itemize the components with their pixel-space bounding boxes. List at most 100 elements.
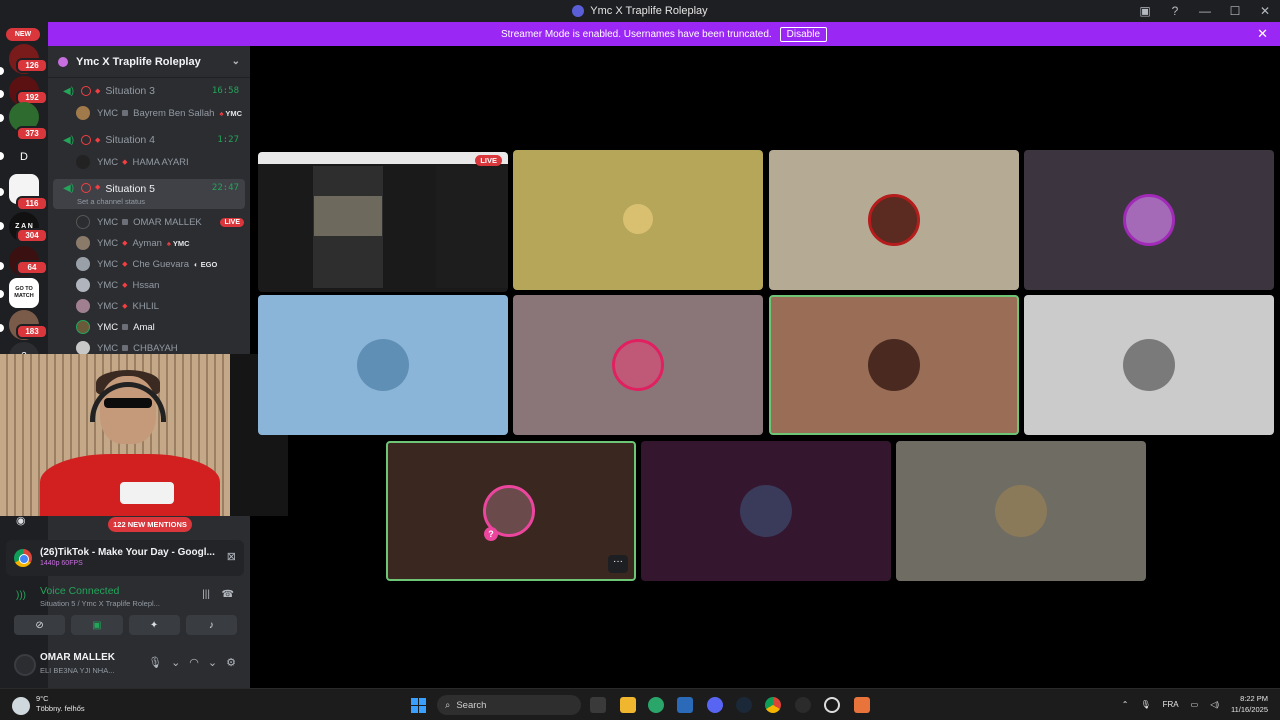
question-badge: ? <box>484 527 498 541</box>
separator-icon <box>122 110 129 116</box>
start-button[interactable] <box>411 698 426 713</box>
server-header[interactable]: Ymc X Traplife Roleplay ⌄ <box>48 46 250 78</box>
github-icon[interactable] <box>795 697 811 713</box>
voice-member[interactable]: YMC OMAR MALLEK LIVE <box>76 212 244 232</box>
live-badge: LIVE <box>475 155 502 166</box>
voice-member[interactable]: YMC ◆ Hssan <box>76 275 244 295</box>
server-goto-match-icon[interactable]: GO TO MATCH <box>9 278 39 308</box>
edge-icon[interactable] <box>648 697 664 713</box>
volume-icon[interactable]: ◁) <box>1210 700 1219 709</box>
close-button[interactable]: ✕ <box>1250 0 1280 22</box>
video-tile[interactable] <box>1024 295 1274 435</box>
unread-pip <box>0 90 4 98</box>
activities-button[interactable]: ✦ <box>128 615 180 635</box>
video-tile[interactable] <box>513 295 763 435</box>
steam-icon[interactable] <box>736 697 752 713</box>
microphone-icon[interactable]: 🎙 <box>148 656 162 669</box>
help-icon[interactable]: ? <box>1160 0 1190 22</box>
stream-activity-card[interactable]: (26)TikTok - Make Your Day - Googl... 14… <box>6 540 244 576</box>
disconnect-icon[interactable]: ☎ <box>222 589 234 600</box>
video-tile[interactable] <box>769 150 1019 290</box>
video-tile[interactable] <box>641 441 891 581</box>
participant-avatar <box>1123 339 1175 391</box>
mention-badge: 183 <box>16 324 48 339</box>
screen-share-button[interactable]: ▣ <box>71 615 123 635</box>
new-mentions-pill[interactable]: 122 NEW MENTIONS <box>108 517 192 532</box>
discord-icon[interactable] <box>707 697 723 713</box>
chevron-down-icon[interactable]: ⌄ <box>208 656 217 669</box>
member-name: Ayman <box>132 237 162 249</box>
more-options-button[interactable]: ··· <box>608 555 628 573</box>
chevron-down-icon[interactable]: ⌄ <box>171 656 180 669</box>
voice-channel[interactable]: ◀) ◆ Situation 4 1:27 <box>53 129 245 151</box>
separator-icon <box>122 219 129 225</box>
banner-close-icon[interactable]: ✕ <box>1257 26 1268 42</box>
channel-status-link[interactable]: Set a channel status <box>77 197 145 206</box>
unread-pip <box>0 222 4 230</box>
member-name: OMAR MALLEK <box>133 216 202 228</box>
signal-icon[interactable]: ))) <box>16 590 26 601</box>
video-tile[interactable] <box>258 295 508 435</box>
chevron-down-icon[interactable]: ⌄ <box>232 56 240 67</box>
maximize-button[interactable]: ☐ <box>1220 0 1250 22</box>
stop-stream-icon[interactable]: ⊠ <box>227 550 236 563</box>
avatar <box>76 106 90 120</box>
discord-icon[interactable]: ◉ <box>16 514 32 528</box>
settings-gear-icon[interactable]: ⚙ <box>226 656 236 669</box>
disable-button[interactable]: Disable <box>779 26 828 42</box>
speaker-icon: ◀) <box>63 134 75 146</box>
microphone-icon[interactable]: 🎙 <box>1140 700 1150 709</box>
avatar <box>76 299 90 313</box>
task-view-icon[interactable] <box>590 697 606 713</box>
mention-badge: 64 <box>16 260 48 275</box>
no-entry-icon <box>81 183 91 193</box>
voice-channel[interactable]: ◀) ◆ Situation 3 16:58 <box>53 80 245 102</box>
window-titlebar: Ymc X Traplife Roleplay ▣ ? — ☐ ✕ <box>0 0 1280 22</box>
clan-tag-text: YMC <box>172 238 190 248</box>
headphones-icon[interactable]: ◠ <box>189 656 199 669</box>
participant-avatar <box>1123 194 1175 246</box>
video-tile-speaking[interactable] <box>769 295 1019 435</box>
voice-member[interactable]: YMC ◆ Che Guevara ◐ EGO <box>76 254 244 274</box>
weather-widget[interactable]: 9°C Többny. felhős <box>12 694 85 715</box>
member-tag: YMC <box>97 216 119 228</box>
search-placeholder: Search <box>456 699 487 711</box>
language-indicator[interactable]: FRA <box>1163 700 1179 709</box>
inbox-icon[interactable]: ▣ <box>1130 0 1160 22</box>
video-tile[interactable] <box>513 150 763 290</box>
clock[interactable]: 8:22 PM 11/16/2025 <box>1231 693 1268 715</box>
camera-off-button[interactable]: ⊘ <box>14 615 66 635</box>
voice-member[interactable]: YMC ◆ KHLIL <box>76 296 244 316</box>
chrome-icon[interactable] <box>765 697 781 713</box>
chevron-up-icon[interactable]: ⌃ <box>1122 700 1129 709</box>
taskbar-search[interactable]: ⌕ Search <box>437 695 581 715</box>
voice-channel-path[interactable]: Situation 5 / Ymc X Traplife Rolepl... <box>40 599 160 608</box>
app-icon[interactable] <box>854 697 870 713</box>
minimize-button[interactable]: — <box>1190 0 1220 22</box>
participant-avatar <box>357 339 409 391</box>
soundboard-button[interactable]: ♪ <box>185 615 237 635</box>
weather-text: 9°C Többny. felhős <box>36 694 85 715</box>
store-icon[interactable] <box>677 697 693 713</box>
file-explorer-icon[interactable] <box>620 697 636 713</box>
unread-pip <box>0 114 4 122</box>
voice-member-speaking[interactable]: YMC Amal <box>76 317 244 337</box>
clan-tag-text: YMC <box>225 108 243 118</box>
screen-share-tile[interactable]: LIVE <box>258 152 508 292</box>
voice-member[interactable]: YMC ◆ Ayman ♠ YMC <box>76 233 244 253</box>
video-tile[interactable] <box>896 441 1146 581</box>
media-player-icon[interactable] <box>824 697 840 713</box>
user-name[interactable]: OMAR MALLEK <box>40 652 115 663</box>
network-icon[interactable]: ▭ <box>1191 700 1199 709</box>
server-letter-icon[interactable]: D <box>9 142 39 172</box>
voice-member[interactable]: YMC Bayrem Ben Sallah ♠ YMC <box>76 103 244 123</box>
voice-member[interactable]: YMC ◆ HAMA AYARI <box>76 152 244 172</box>
video-tile[interactable] <box>1024 150 1274 290</box>
member-tag: YMC <box>97 279 119 291</box>
video-tile-speaking[interactable]: ? ··· <box>386 441 636 581</box>
voice-channel-active[interactable]: ◀) ◆ Situation 5 22:47 Set a channel sta… <box>53 179 245 209</box>
user-avatar[interactable] <box>14 654 36 676</box>
shared-video <box>314 196 382 236</box>
noise-suppression-icon[interactable]: ||| <box>202 589 210 600</box>
voice-state[interactable]: Voice Connected <box>40 585 119 597</box>
